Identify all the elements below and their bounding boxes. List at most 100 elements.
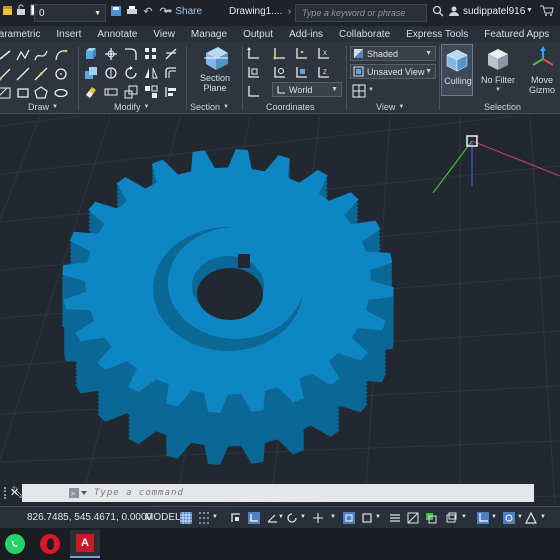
layer-state-icon[interactable] (2, 4, 14, 16)
stretch-icon[interactable] (104, 85, 118, 99)
user-menu-chevron-icon[interactable]: ▼ (526, 7, 533, 14)
command-input[interactable]: Type a command (94, 488, 184, 498)
chevron-down-icon[interactable]: ▼ (300, 514, 306, 520)
chevron-down-icon[interactable]: ▼ (212, 514, 218, 520)
polar-tracking-icon[interactable] (266, 512, 278, 524)
section-plane-button[interactable]: Section Plane (192, 45, 238, 93)
coordinate-readout[interactable]: 826.7485, 545.4671, 0.0000 (27, 512, 152, 523)
polyline-icon[interactable] (16, 48, 30, 62)
ucs-origin-icon[interactable] (272, 47, 286, 61)
coordinates-panel-title[interactable]: Coordinates (266, 102, 315, 112)
array-icon[interactable] (144, 47, 158, 61)
chevron-down-icon[interactable]: ▼ (540, 514, 546, 520)
drawing-viewport[interactable] (0, 116, 560, 506)
extrude-icon[interactable] (84, 47, 98, 61)
ortho-mode-icon[interactable] (248, 512, 260, 524)
visual-style-dropdown[interactable]: Shaded ▼ (350, 46, 436, 61)
chevron-down-icon[interactable]: ▼ (368, 87, 374, 93)
spline-icon[interactable] (34, 48, 48, 62)
save-as-icon[interactable] (110, 5, 122, 17)
print-icon[interactable] (126, 5, 138, 17)
chevron-down-icon[interactable]: ▼ (278, 514, 284, 520)
share-button[interactable]: ➦ Share (164, 6, 202, 17)
rectangle-icon[interactable] (16, 86, 30, 100)
undo-icon[interactable]: ↶ (142, 5, 154, 18)
opera-browser-icon[interactable] (40, 534, 60, 554)
model-space-button[interactable]: MODEL (145, 512, 181, 523)
ucs-view-icon[interactable] (246, 66, 260, 80)
tab-add-ins[interactable]: Add-ins (281, 29, 331, 40)
view-panel-title[interactable]: View ▼ (376, 102, 404, 112)
autocad-app-icon[interactable]: A (70, 530, 100, 558)
erase-icon[interactable] (84, 85, 98, 99)
whatsapp-icon[interactable] (5, 534, 25, 554)
viewport-config-icon[interactable] (352, 84, 366, 98)
hatch-icon[interactable] (0, 86, 12, 100)
grid-display-icon[interactable] (180, 512, 192, 524)
rotate-icon[interactable] (124, 66, 138, 80)
object-snap-tracking-icon[interactable] (312, 512, 324, 524)
ucs-z-icon[interactable]: Z (316, 66, 330, 80)
fillet-icon[interactable] (124, 47, 138, 61)
chevron-down-icon[interactable]: ▼ (375, 514, 381, 520)
xline-icon[interactable] (16, 67, 30, 81)
copy-icon[interactable] (104, 66, 118, 80)
mirror-icon[interactable] (144, 66, 158, 80)
move-icon[interactable] (104, 47, 118, 61)
snap-mode-icon[interactable] (198, 512, 210, 524)
chevron-down-icon[interactable]: ▼ (517, 514, 523, 520)
spur-gear-model[interactable] (62, 149, 394, 465)
ucs-object-icon[interactable] (272, 66, 286, 80)
selection-panel-title[interactable]: Selection (484, 102, 521, 112)
tab-parametric[interactable]: Parametric (0, 29, 48, 40)
arc-icon[interactable] (54, 48, 68, 62)
command-line[interactable]: 🔧︎ > Type a command (10, 484, 534, 502)
tab-insert[interactable]: Insert (48, 29, 89, 40)
lineweight-icon[interactable] (389, 512, 401, 524)
offset-icon[interactable] (164, 66, 178, 80)
align-icon[interactable] (164, 85, 178, 99)
search-icon[interactable] (432, 5, 444, 20)
transparency-icon[interactable] (407, 512, 419, 524)
union-icon[interactable] (84, 66, 98, 80)
expand-chevron-icon[interactable]: › (288, 6, 291, 16)
circle-icon[interactable] (54, 67, 68, 81)
culling-button[interactable]: Culling (441, 44, 473, 96)
tab-manage[interactable]: Manage (183, 29, 235, 40)
username[interactable]: sudippatel916 (463, 6, 525, 17)
ucs-dropdown[interactable]: World ▼ (272, 82, 342, 97)
chevron-down-icon[interactable]: ▼ (491, 514, 497, 520)
ucs-x-icon[interactable]: X (316, 47, 330, 61)
annotation-scale-icon[interactable] (525, 512, 537, 524)
tab-featured-apps[interactable]: Featured Apps (476, 29, 557, 40)
layer-lock-icon[interactable] (16, 4, 28, 16)
command-history-icon[interactable]: > (68, 487, 88, 499)
modify-panel-title[interactable]: Modify ▼ (114, 102, 149, 112)
draw-panel-title[interactable]: Draw ▼ (28, 102, 58, 112)
ucs-3point-icon[interactable] (294, 47, 308, 61)
chevron-down-icon[interactable]: ▼ (461, 514, 467, 520)
no-filter-button[interactable]: No Filter ▼ (478, 44, 518, 96)
isodraft-icon[interactable] (286, 512, 298, 524)
infer-constraints-icon[interactable] (230, 512, 242, 524)
line-icon[interactable] (0, 48, 12, 62)
object-snap-icon[interactable] (343, 512, 355, 524)
dynamic-ucs-icon[interactable] (477, 512, 489, 524)
layer-dropdown[interactable]: 0 ▼ (34, 4, 106, 22)
model-space-canvas[interactable] (0, 116, 560, 506)
ray-icon[interactable] (0, 67, 12, 81)
help-search-input[interactable]: Type a keyword or phrase (295, 4, 427, 22)
tab-output[interactable]: Output (235, 29, 281, 40)
selection-cycling-icon[interactable] (425, 512, 437, 524)
section-panel-title[interactable]: Section ▼ (190, 102, 229, 112)
chevron-down-icon[interactable]: ▼ (330, 514, 336, 520)
tab-express-tools[interactable]: Express Tools (398, 29, 476, 40)
grip-handle-icon[interactable] (4, 487, 7, 499)
user-icon[interactable] (448, 5, 460, 20)
ucs-face-icon[interactable] (294, 66, 308, 80)
construction-line-icon[interactable] (34, 67, 48, 81)
3d-object-snap-icon[interactable] (361, 512, 373, 524)
polygon-icon[interactable] (34, 86, 48, 100)
cart-icon[interactable] (540, 5, 554, 20)
gizmo-icon[interactable] (503, 512, 515, 524)
